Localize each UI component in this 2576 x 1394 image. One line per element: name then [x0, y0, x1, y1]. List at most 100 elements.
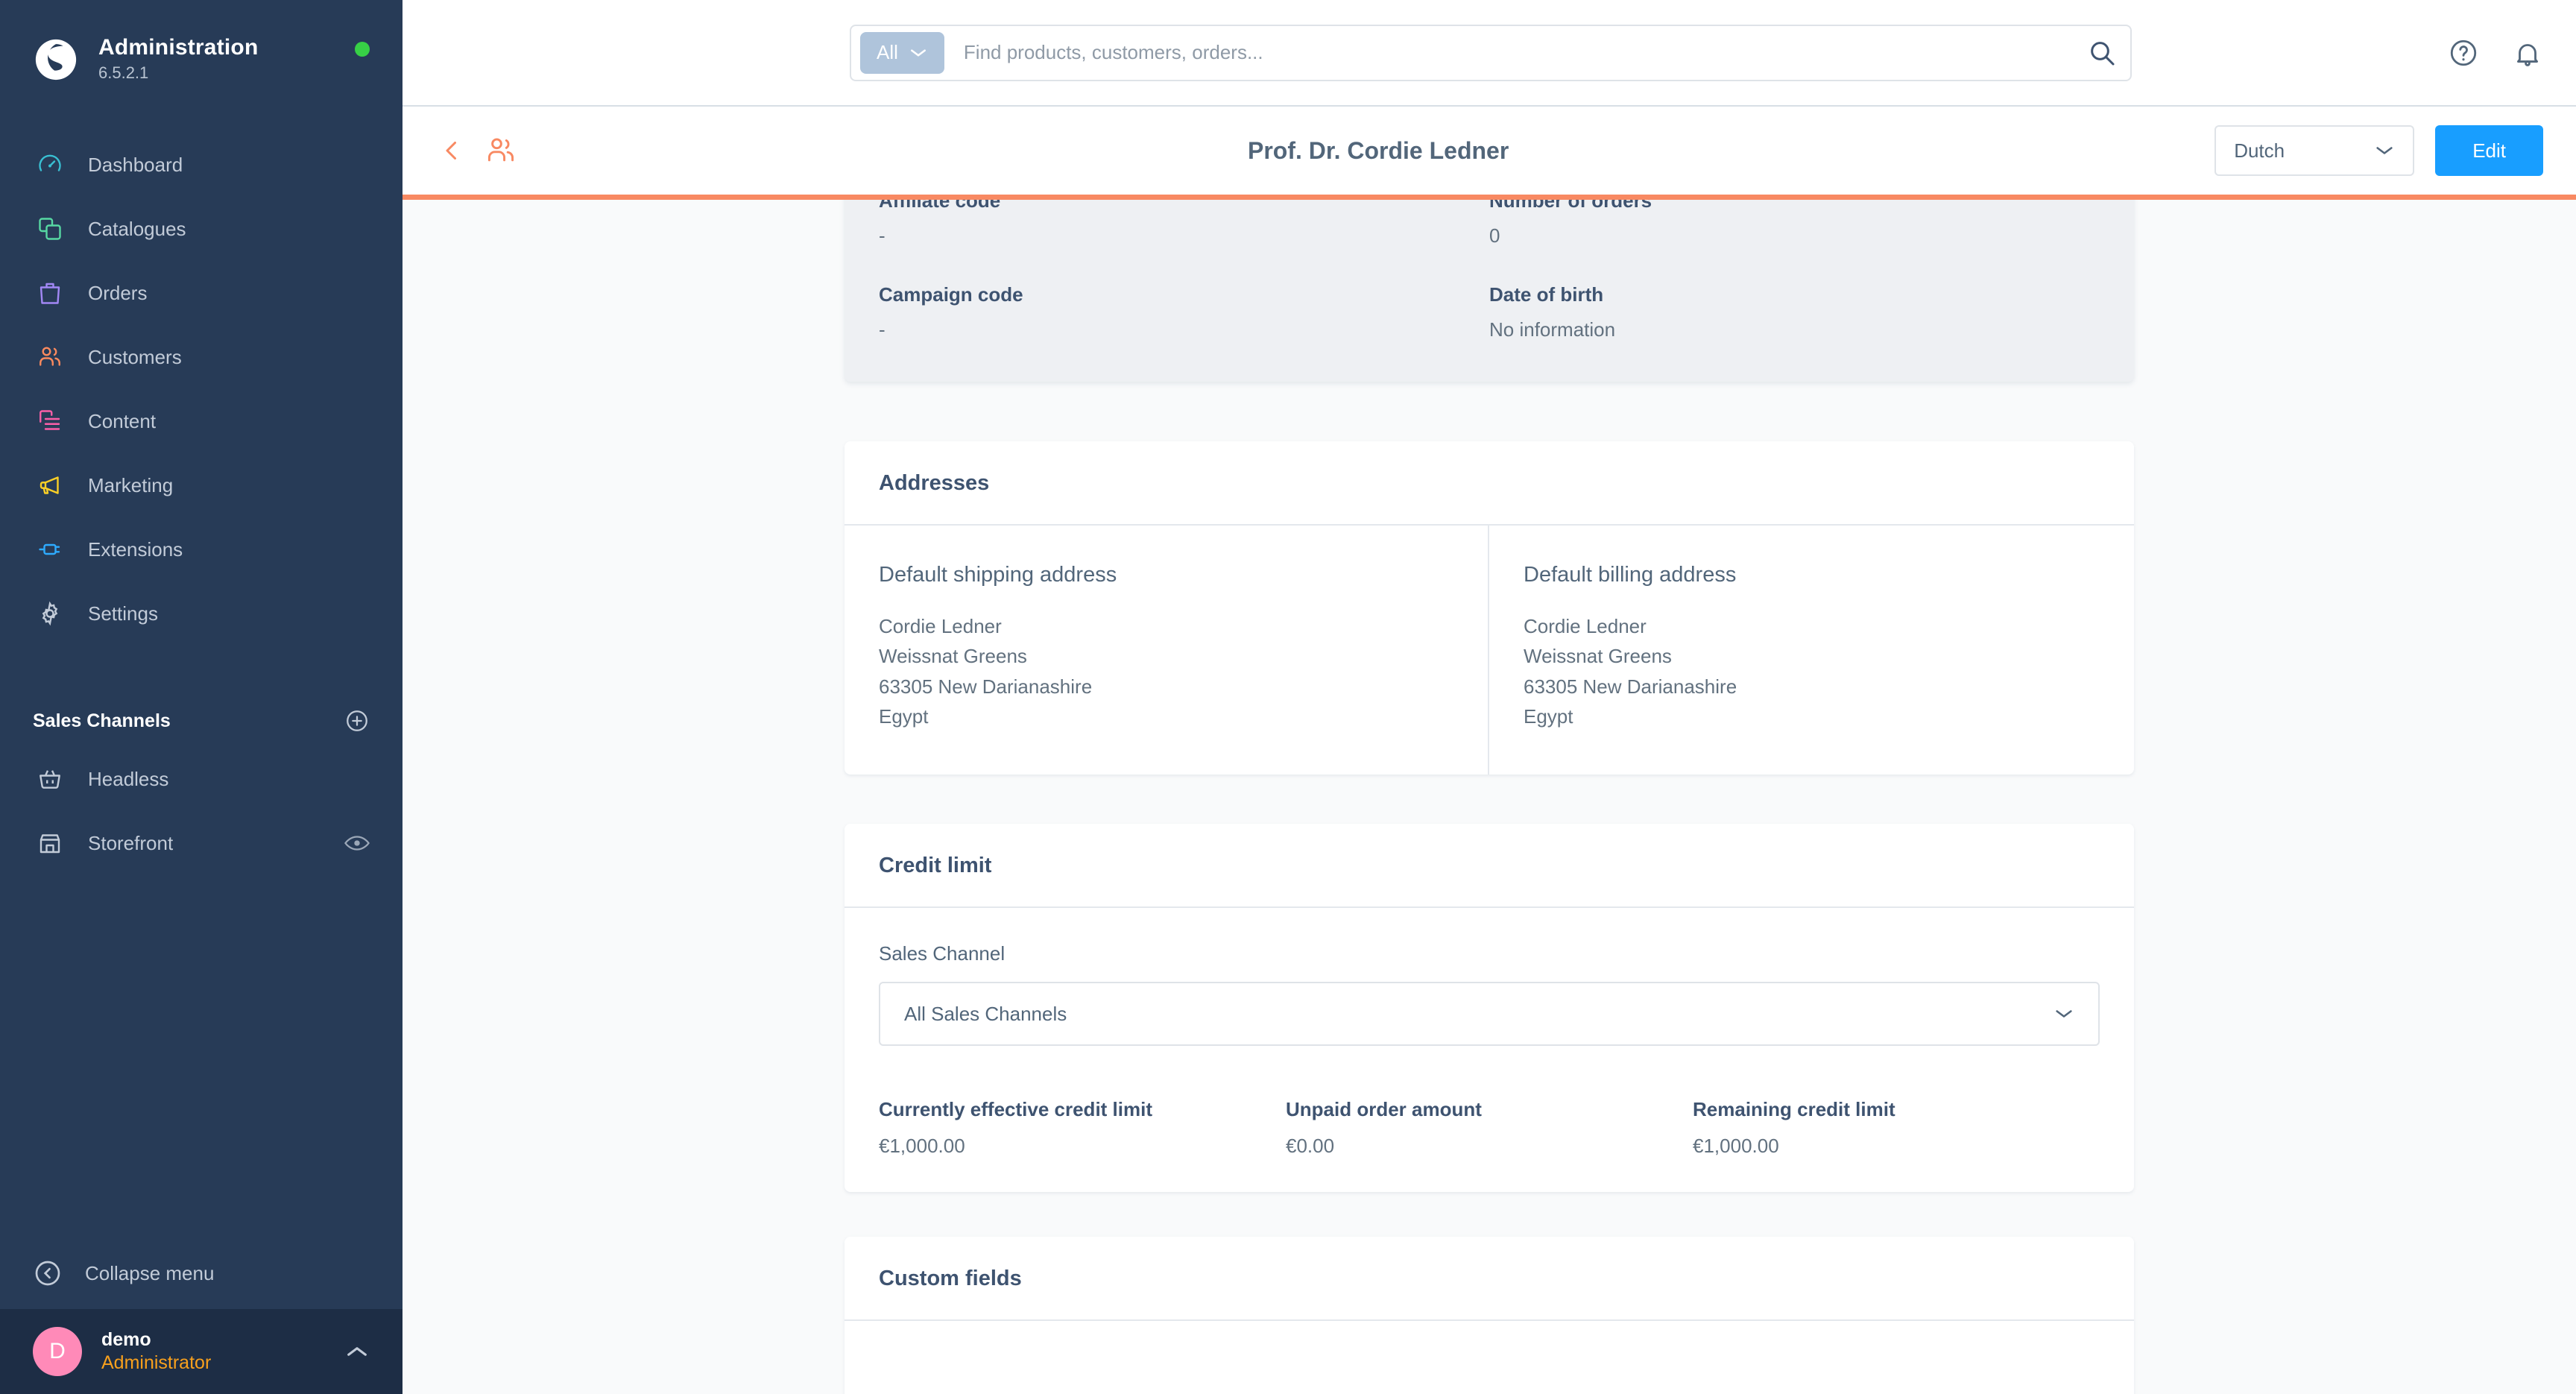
sidebar-item-label: Content — [88, 409, 157, 432]
brand-version: 6.5.2.1 — [98, 63, 149, 82]
stat-label: Currently effective credit limit — [879, 1098, 1152, 1121]
user-profile-menu[interactable]: D demo Administrator — [0, 1309, 402, 1394]
edit-button[interactable]: Edit — [2435, 125, 2543, 176]
customers-people-icon[interactable] — [484, 134, 517, 167]
field-affiliate-code: Affiliate code - — [879, 200, 1489, 247]
sidebar-item-settings[interactable]: Settings — [0, 581, 402, 646]
credit-limit-card-header: Credit limit — [845, 824, 2134, 909]
sales-channel-select-value: All Sales Channels — [904, 1002, 1067, 1025]
addresses-card-header: Addresses — [845, 441, 2134, 526]
field-number-of-orders: Number of orders 0 — [1489, 200, 2100, 247]
general-info-grid: Affiliate code - Number of orders 0 Camp… — [879, 200, 2100, 341]
sidebar-item-catalogues[interactable]: Catalogues — [0, 197, 402, 261]
chevron-left-circle-icon — [33, 1258, 63, 1288]
chevron-up-icon[interactable] — [344, 1344, 370, 1359]
add-sales-channel-icon[interactable] — [344, 708, 370, 734]
sales-channel-select[interactable]: All Sales Channels — [879, 982, 2100, 1047]
sidebar-item-label: Marketing — [88, 473, 174, 496]
sidebar-item-label: Storefront — [88, 831, 174, 854]
address-line: Weissnat Greens — [1524, 645, 1672, 668]
chevron-left-icon[interactable] — [438, 137, 465, 164]
app-root: Administration 6.5.2.1 Dashboard Catalog… — [0, 0, 2576, 1394]
card-title: Credit limit — [879, 854, 992, 878]
sales-channels-title: Sales Channels — [33, 710, 171, 731]
chevron-down-icon — [2053, 1007, 2074, 1021]
sidebar-item-dashboard[interactable]: Dashboard — [0, 133, 402, 197]
help-circle-icon[interactable] — [2448, 37, 2479, 69]
stat-unpaid-order-amount: Unpaid order amount €0.00 — [1286, 1098, 1693, 1158]
field-value: - — [879, 224, 886, 247]
extensions-plug-icon — [33, 532, 67, 567]
user-name: demo — [101, 1328, 151, 1350]
content-scroll-area[interactable]: Affiliate code - Number of orders 0 Camp… — [402, 200, 2576, 1394]
catalogues-copy-icon — [33, 212, 67, 246]
sidebar-item-label: Customers — [88, 345, 182, 368]
storefront-icon — [33, 826, 67, 860]
field-value: No information — [1489, 318, 1616, 341]
brand-title: Administration — [98, 35, 259, 60]
sidebar-item-storefront[interactable]: Storefront — [0, 811, 402, 875]
preview-storefront-eye-icon[interactable] — [344, 834, 370, 852]
sidebar-item-label: Dashboard — [88, 153, 183, 176]
dashboard-gauge-icon — [33, 148, 67, 182]
shopware-logo-icon — [33, 37, 79, 83]
basket-icon — [33, 762, 67, 796]
page-header-actions: Dutch Edit — [2214, 125, 2543, 176]
page-header-left — [438, 134, 517, 167]
address-line: 63305 New Darianashire — [879, 675, 1093, 698]
language-select[interactable]: Dutch — [2214, 125, 2415, 176]
stat-currently-effective-credit-limit: Currently effective credit limit €1,000.… — [879, 1098, 1286, 1158]
search-icon[interactable] — [2087, 38, 2117, 68]
user-text: demo Administrator — [101, 1328, 344, 1375]
sidebar-item-label: Headless — [88, 767, 169, 790]
field-value: - — [879, 318, 886, 341]
sidebar-item-extensions[interactable]: Extensions — [0, 517, 402, 581]
sidebar-item-label: Settings — [88, 602, 158, 625]
user-role: Administrator — [101, 1352, 212, 1373]
marketing-megaphone-icon — [33, 468, 67, 502]
topbar-icon-group — [2448, 37, 2543, 69]
sidebar-item-headless[interactable]: Headless — [0, 747, 402, 811]
credit-limit-card-body: Sales Channel All Sales Channels Current… — [845, 908, 2134, 1192]
field-label: Campaign code — [879, 283, 1023, 306]
collapse-menu-button[interactable]: Collapse menu — [0, 1237, 402, 1309]
sidebar-item-label: Catalogues — [88, 217, 186, 240]
sidebar-item-content[interactable]: Content — [0, 389, 402, 453]
field-value: 0 — [1489, 224, 1500, 247]
sidebar-item-marketing[interactable]: Marketing — [0, 453, 402, 517]
stat-label: Unpaid order amount — [1286, 1098, 1482, 1121]
customers-people-icon — [33, 340, 67, 374]
stat-label: Remaining credit limit — [1693, 1098, 1895, 1121]
credit-limit-card: Credit limit Sales Channel All Sales Cha… — [845, 824, 2134, 1193]
page-title: Prof. Dr. Cordie Ledner — [1248, 136, 1509, 164]
sidebar-item-label: Extensions — [88, 537, 183, 561]
default-billing-address: Default billing address Cordie Ledner We… — [1489, 526, 2134, 775]
sidebar-item-orders[interactable]: Orders — [0, 261, 402, 325]
field-label: Date of birth — [1489, 283, 1604, 306]
global-search-bar[interactable]: All — [850, 24, 2132, 81]
address-line: Weissnat Greens — [879, 645, 1027, 668]
custom-fields-card: Custom fields — [845, 1237, 2134, 1394]
addresses-card: Addresses Default shipping address Cordi… — [845, 441, 2134, 775]
avatar: D — [33, 1327, 82, 1376]
search-input[interactable] — [944, 41, 2087, 64]
card-title: Addresses — [879, 471, 990, 495]
field-campaign-code: Campaign code - — [879, 283, 1489, 341]
addresses-grid: Default shipping address Cordie Ledner W… — [845, 526, 2134, 775]
address-line: Egypt — [879, 704, 929, 728]
sidebar-item-customers[interactable]: Customers — [0, 325, 402, 389]
settings-gear-icon — [33, 596, 67, 631]
brand-header: Administration 6.5.2.1 — [0, 0, 402, 89]
bell-icon[interactable] — [2512, 37, 2543, 69]
language-select-value: Dutch — [2234, 139, 2285, 162]
orders-bag-icon — [33, 276, 67, 310]
address-title: Default shipping address — [879, 563, 1117, 587]
field-label: Number of orders — [1489, 200, 1652, 212]
brand-text: Administration 6.5.2.1 — [98, 35, 355, 83]
search-scope-dropdown[interactable]: All — [860, 31, 944, 74]
main-region: All Find products, customers, orders... … — [402, 0, 2576, 1394]
